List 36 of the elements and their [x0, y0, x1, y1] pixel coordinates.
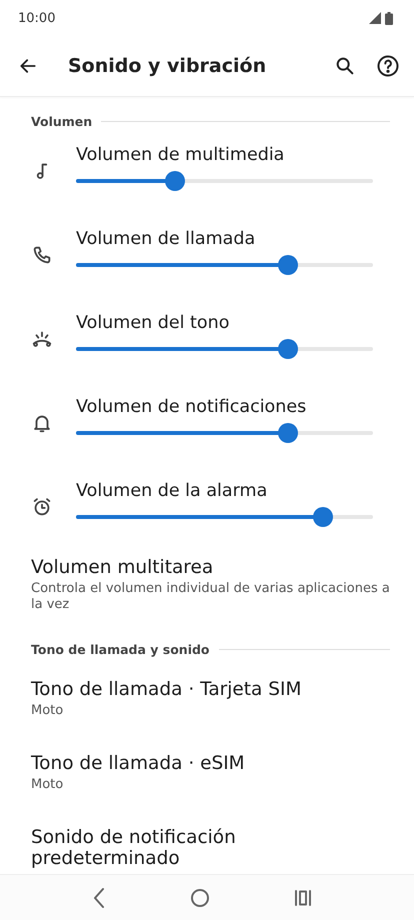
help-icon: [376, 54, 400, 78]
volume-slider[interactable]: [76, 255, 373, 275]
section-header: Volumen: [31, 114, 92, 128]
slider-thumb[interactable]: [278, 423, 298, 443]
setting-title: Volumen de multimedia: [76, 145, 286, 165]
setting-title: Volumen de llamada: [76, 229, 256, 249]
alarm-clock-icon: [31, 496, 53, 518]
setting-title: Volumen de notificaciones: [76, 397, 308, 417]
setting-title[interactable]: Volumen multitarea: [31, 557, 390, 578]
volume-slider[interactable]: [76, 171, 373, 191]
setting-title[interactable]: Tono de llamada · Tarjeta SIM: [31, 679, 390, 700]
status-time: 10:00: [18, 10, 56, 26]
page-title: Sonido y vibración: [68, 55, 268, 77]
battery-icon: [385, 12, 393, 24]
recent-apps-icon[interactable]: [294, 888, 312, 906]
setting-summary: Controla el volumen individual de varias aplicaciones a la vez: [31, 581, 390, 613]
setting-title: Volumen de la alarma: [76, 481, 268, 501]
slider-thumb[interactable]: [164, 171, 185, 191]
volume-slider[interactable]: [76, 507, 373, 527]
signal-icon: [369, 12, 381, 24]
setting-summary: Moto: [31, 777, 64, 793]
volume-slider[interactable]: [76, 339, 373, 359]
setting-title[interactable]: Tono de llamada · eSIM: [31, 753, 390, 774]
phone-icon: [31, 244, 53, 266]
search-icon: [334, 55, 356, 77]
setting-summary: Moto: [31, 703, 64, 719]
back-icon[interactable]: [92, 886, 106, 908]
setting-title: Volumen del tono: [76, 313, 230, 333]
setting-title[interactable]: Sonido de notificación predeterminado: [31, 827, 390, 869]
slider-thumb[interactable]: [278, 255, 298, 275]
back-arrow-icon: [18, 56, 38, 76]
section-header: Tono de llamada y sonido: [31, 642, 210, 656]
slider-thumb[interactable]: [313, 507, 334, 527]
volume-slider[interactable]: [76, 423, 373, 443]
home-icon[interactable]: [190, 888, 210, 908]
slider-thumb[interactable]: [278, 339, 298, 359]
